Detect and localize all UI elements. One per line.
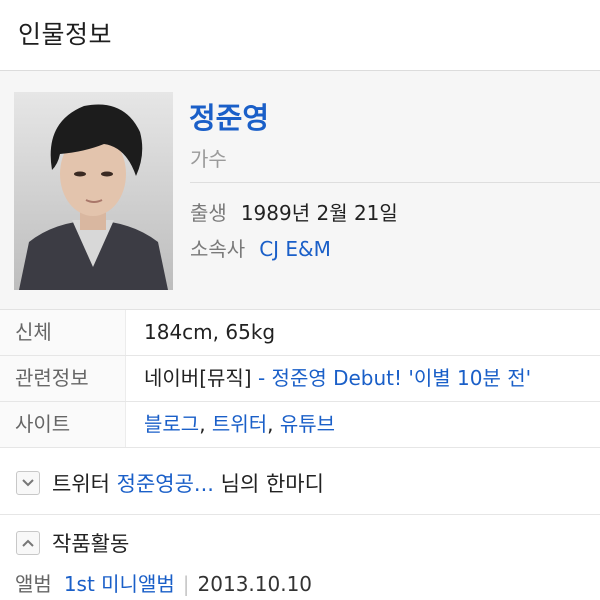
album-date: 2013.10.10 bbox=[197, 572, 313, 596]
album-separator: | bbox=[182, 572, 190, 596]
twitter-prefix: 트위터 bbox=[52, 472, 117, 496]
body-value: 184cm, 65kg bbox=[144, 320, 276, 344]
related-info-label: 관련정보 bbox=[0, 356, 126, 401]
site-separator: , bbox=[267, 412, 280, 436]
twitter-section[interactable]: 트위터 정준영공... 님의 한마디 bbox=[0, 448, 600, 515]
birth-value: 1989년 2월 21일 bbox=[240, 201, 398, 225]
title-bar: 인물정보 bbox=[0, 0, 600, 71]
twitter-suffix: 님의 한마디 bbox=[213, 472, 324, 496]
agency-row: 소속사 CJ E&M bbox=[190, 233, 331, 262]
profile-divider bbox=[190, 182, 600, 183]
twitter-summary: 트위터 정준영공... 님의 한마디 bbox=[52, 468, 324, 498]
album-row: 앨범 1st 미니앨범 | 2013.10.10 bbox=[15, 568, 312, 597]
site-row: 사이트 블로그, 트위터, 유튜브 bbox=[0, 402, 600, 448]
twitter-handle-link[interactable]: 정준영공... bbox=[117, 472, 214, 496]
site-label: 사이트 bbox=[0, 402, 126, 447]
site-separator: , bbox=[199, 412, 212, 436]
related-article-link[interactable]: 정준영 Debut! '이별 10분 전' bbox=[272, 366, 532, 390]
body-row: 신체 184cm, 65kg bbox=[0, 310, 600, 356]
related-dash: - bbox=[251, 366, 272, 390]
chevron-up-icon bbox=[22, 539, 34, 547]
album-link[interactable]: 1st 미니앨범 bbox=[64, 572, 175, 596]
page-title: 인물정보 bbox=[18, 20, 113, 49]
birth-label: 출생 bbox=[190, 201, 227, 225]
occupation: 가수 bbox=[190, 147, 227, 171]
profile-card: 정준영 가수 출생 1989년 2월 21일 소속사 CJ E&M bbox=[0, 71, 600, 310]
profile-photo[interactable] bbox=[14, 92, 173, 290]
works-title: 작품활동 bbox=[52, 532, 130, 556]
person-portrait-image bbox=[14, 92, 173, 290]
related-info-row: 관련정보 네이버[뮤직] - 정준영 Debut! '이별 10분 전' bbox=[0, 356, 600, 402]
chevron-down-icon bbox=[22, 479, 34, 487]
album-label: 앨범 bbox=[15, 572, 52, 596]
works-collapse-toggle[interactable] bbox=[16, 531, 40, 555]
blog-link[interactable]: 블로그 bbox=[144, 412, 199, 436]
agency-label: 소속사 bbox=[190, 237, 246, 261]
twitter-expand-toggle[interactable] bbox=[16, 471, 40, 495]
body-label: 신체 bbox=[0, 310, 126, 355]
youtube-link[interactable]: 유튜브 bbox=[280, 412, 335, 436]
person-name[interactable]: 정준영 bbox=[189, 95, 269, 137]
twitter-link[interactable]: 트위터 bbox=[212, 412, 267, 436]
related-info-value: 네이버[뮤직] - 정준영 Debut! '이별 10분 전' bbox=[144, 356, 531, 401]
related-source: 네이버[뮤직] bbox=[144, 366, 252, 390]
site-links: 블로그, 트위터, 유튜브 bbox=[144, 402, 335, 447]
birth-row: 출생 1989년 2월 21일 bbox=[190, 197, 398, 226]
agency-link[interactable]: CJ E&M bbox=[259, 237, 331, 261]
